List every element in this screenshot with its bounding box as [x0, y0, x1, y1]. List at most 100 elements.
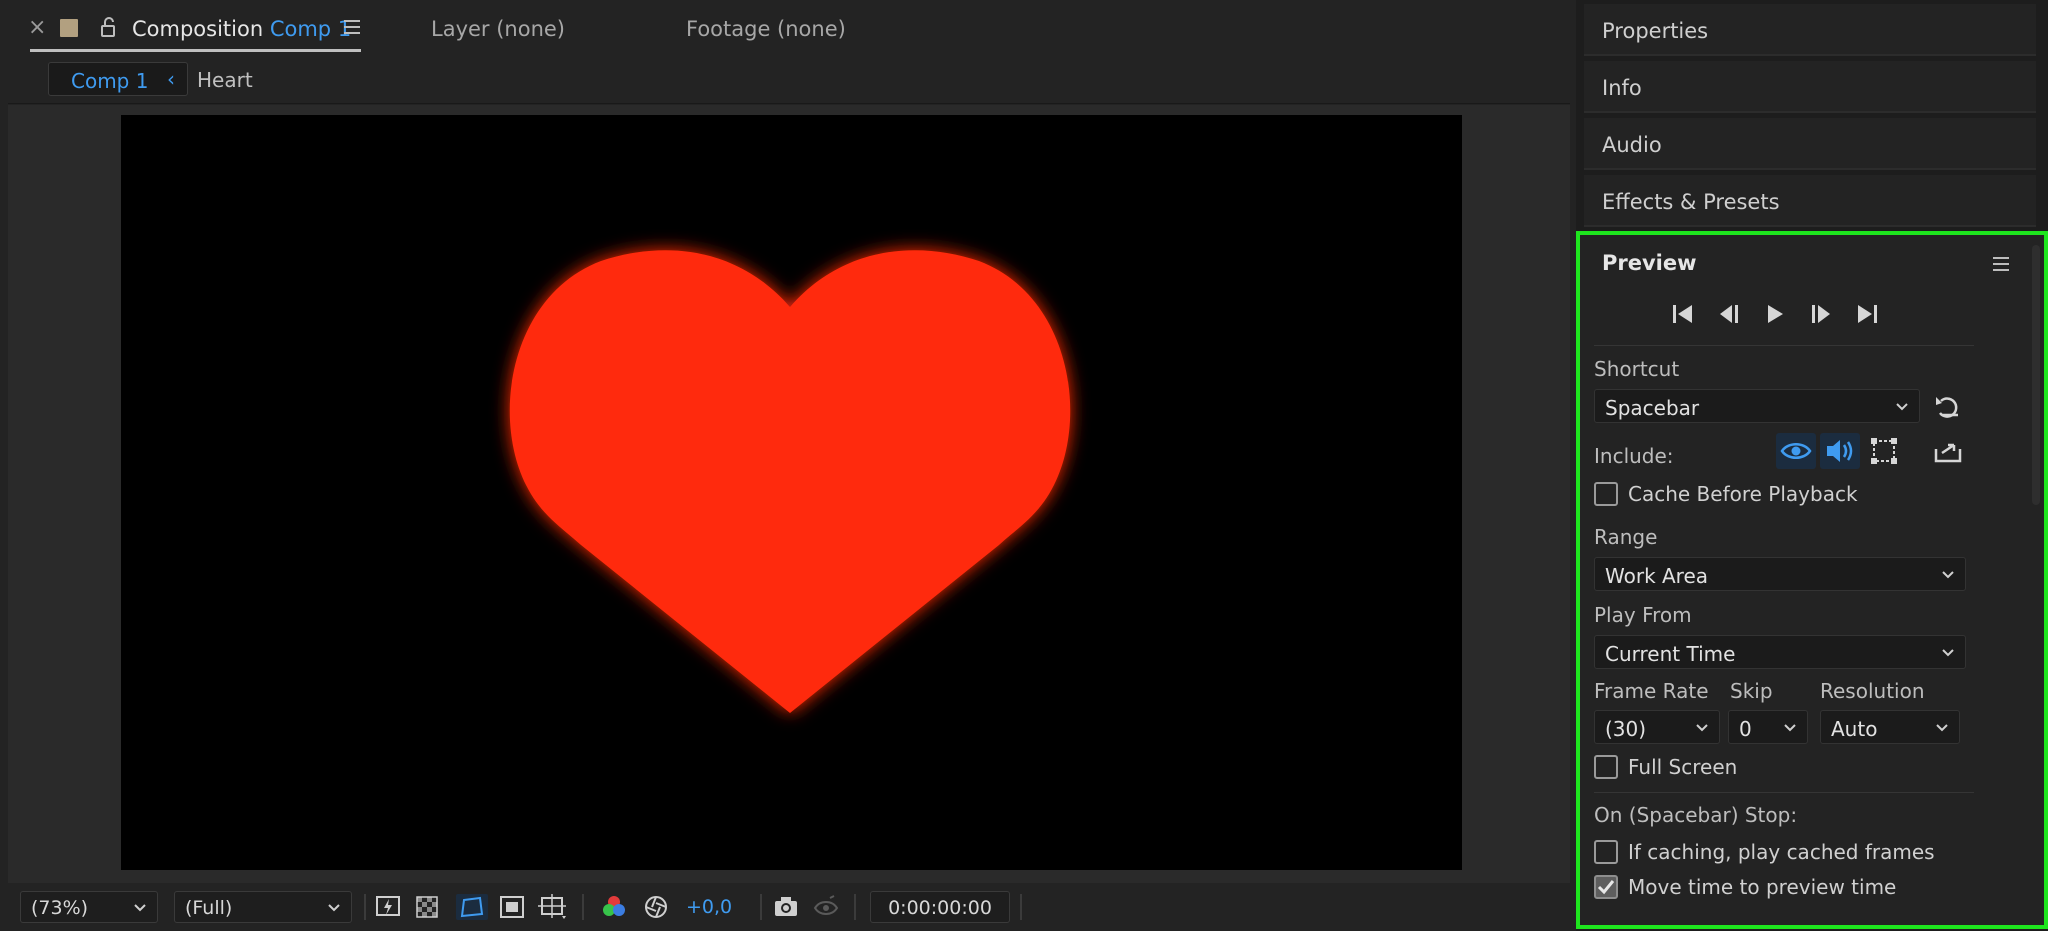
- panel-menu-icon[interactable]: [1993, 257, 2009, 273]
- chevron-down-icon: [134, 904, 146, 912]
- magnification-value: (73%): [31, 897, 89, 919]
- include-video-eye-icon[interactable]: [1776, 433, 1816, 469]
- show-snapshot-icon: [813, 895, 839, 915]
- tab-layer[interactable]: Layer (none): [431, 17, 565, 41]
- breadcrumb-comp-1-label: Comp 1: [71, 69, 149, 93]
- resolution-value: (Full): [185, 897, 233, 919]
- chevron-down-icon: [1784, 724, 1796, 732]
- toolbar-divider: [760, 894, 762, 920]
- move-time-label: Move time to preview time: [1628, 875, 1897, 899]
- shortcut-label: Shortcut: [1594, 357, 1680, 381]
- panel-menu-icon[interactable]: [344, 20, 360, 36]
- tab-title-comp-name: Comp 1: [269, 17, 352, 41]
- frame-rate-dropdown[interactable]: (30): [1594, 710, 1720, 744]
- chevron-down-icon: [1942, 571, 1954, 579]
- panel-tab-row: × Composition Comp 1 Layer (none) Footag…: [0, 0, 1576, 56]
- toolbar-divider: [1020, 894, 1022, 920]
- close-tab-icon[interactable]: ×: [28, 17, 46, 39]
- full-screen-label: Full Screen: [1628, 755, 1738, 779]
- next-frame-icon[interactable]: [1806, 301, 1836, 327]
- checkmark-icon: [1597, 880, 1615, 895]
- composition-viewer[interactable]: [8, 105, 1570, 883]
- last-frame-icon[interactable]: [1852, 301, 1882, 327]
- resolution-dropdown[interactable]: (Full): [174, 891, 352, 923]
- chevron-down-icon: [1936, 724, 1948, 732]
- if-caching-label: If caching, play cached frames: [1628, 840, 1935, 864]
- exposure-value[interactable]: +0,0: [686, 896, 732, 918]
- mask-path-visibility-icon[interactable]: [456, 894, 488, 920]
- preview-panel-scrollbar[interactable]: [2032, 245, 2040, 505]
- skip-dropdown[interactable]: 0: [1728, 710, 1808, 744]
- composition-panel: × Composition Comp 1 Layer (none) Footag…: [0, 0, 1576, 931]
- divider: [1594, 345, 1974, 346]
- export-output-icon[interactable]: [1932, 435, 1964, 467]
- first-frame-icon[interactable]: [1668, 301, 1698, 327]
- range-dropdown[interactable]: Work Area: [1594, 557, 1966, 591]
- resolution-dropdown[interactable]: Auto: [1820, 710, 1960, 744]
- properties-panel-header[interactable]: Properties: [1584, 4, 2036, 56]
- on-stop-label: On (Spacebar) Stop:: [1594, 803, 1798, 827]
- resolution-value: Auto: [1831, 717, 1878, 741]
- magnification-dropdown[interactable]: (73%): [20, 891, 158, 923]
- play-from-dropdown[interactable]: Current Time: [1594, 635, 1966, 669]
- grid-guides-icon[interactable]: [538, 894, 570, 920]
- heart-shape-layer[interactable]: [121, 115, 1462, 870]
- effects-presets-label: Effects & Presets: [1602, 190, 1780, 214]
- audio-label: Audio: [1602, 133, 1662, 157]
- tab-footage[interactable]: Footage (none): [686, 17, 846, 41]
- exposure-reset-icon[interactable]: [642, 894, 670, 920]
- toolbar-divider: [582, 894, 584, 920]
- chevron-left-icon: ‹: [167, 67, 175, 91]
- properties-label: Properties: [1602, 19, 1709, 43]
- breadcrumb: Comp 1 ‹ Heart: [8, 56, 1570, 104]
- reset-shortcut-icon[interactable]: [1932, 391, 1964, 423]
- move-time-checkbox[interactable]: [1594, 875, 1618, 899]
- composition-tab-title[interactable]: Composition Comp 1: [132, 17, 351, 41]
- chevron-down-icon: [1696, 724, 1708, 732]
- frame-rate-value: (30): [1605, 717, 1647, 741]
- audio-panel-header[interactable]: Audio: [1584, 118, 2036, 170]
- play-from-value: Current Time: [1605, 642, 1736, 666]
- cache-before-playback-checkbox[interactable]: [1594, 482, 1618, 506]
- viewer-bottom-toolbar: (73%) (Full) +0,0 0:00:00:00: [8, 886, 1570, 928]
- play-from-label: Play From: [1594, 603, 1692, 627]
- play-icon[interactable]: [1760, 301, 1790, 327]
- toolbar-divider: [854, 894, 856, 920]
- effects-presets-panel-header[interactable]: Effects & Presets: [1584, 175, 2036, 227]
- chevron-down-icon: [328, 904, 340, 912]
- frame-rate-label: Frame Rate: [1594, 679, 1709, 703]
- chevron-down-icon: [1942, 649, 1954, 657]
- toolbar-divider: [364, 894, 366, 920]
- full-screen-checkbox[interactable]: [1594, 755, 1618, 779]
- tab-title-prefix: Composition: [132, 17, 264, 41]
- skip-label: Skip: [1730, 679, 1773, 703]
- composition-canvas[interactable]: [121, 115, 1462, 870]
- fast-previews-icon[interactable]: [374, 894, 402, 920]
- right-panel-stack: Properties Info Audio Effects & Presets …: [1576, 0, 2048, 931]
- info-panel-header[interactable]: Info: [1584, 61, 2036, 113]
- skip-value: 0: [1739, 717, 1752, 741]
- previous-frame-icon[interactable]: [1714, 301, 1744, 327]
- shortcut-dropdown[interactable]: Spacebar: [1594, 389, 1920, 423]
- include-audio-speaker-icon[interactable]: [1820, 433, 1860, 469]
- include-overlays-icon[interactable]: [1868, 435, 1900, 467]
- transparency-grid-icon[interactable]: [414, 894, 442, 920]
- breadcrumb-heart[interactable]: Heart: [197, 68, 253, 92]
- timecode: 0:00:00:00: [888, 897, 992, 919]
- snapshot-camera-icon[interactable]: [772, 894, 800, 920]
- chevron-down-icon: [1896, 403, 1908, 411]
- resolution-label: Resolution: [1820, 679, 1925, 703]
- preview-panel-title: Preview: [1602, 251, 1697, 275]
- preview-panel: Preview Shortcut Spacebar Include: Cache…: [1576, 231, 2048, 929]
- composition-color-swatch[interactable]: [60, 19, 78, 37]
- color-channels-icon[interactable]: [600, 894, 628, 920]
- shortcut-value: Spacebar: [1605, 396, 1700, 420]
- active-tab-indicator: [30, 49, 361, 52]
- region-of-interest-icon[interactable]: [498, 894, 526, 920]
- range-value: Work Area: [1605, 564, 1709, 588]
- breadcrumb-comp-1[interactable]: Comp 1 ‹: [48, 62, 188, 96]
- unlock-icon[interactable]: [97, 16, 119, 38]
- include-label: Include:: [1594, 444, 1674, 468]
- current-time-display[interactable]: 0:00:00:00: [870, 891, 1010, 923]
- if-caching-checkbox[interactable]: [1594, 840, 1618, 864]
